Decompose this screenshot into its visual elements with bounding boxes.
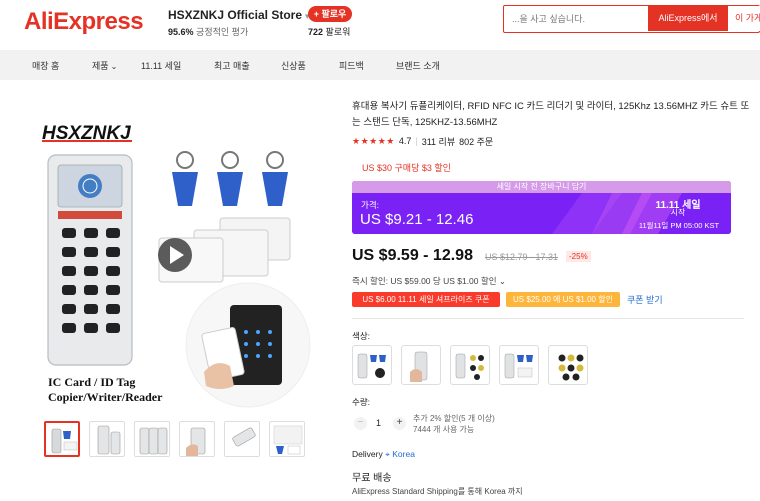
thumbnail-image	[232, 427, 256, 447]
color-swatch-5[interactable]	[548, 345, 588, 385]
aliexpress-logo[interactable]: AliExpress	[24, 8, 144, 36]
thumbnail-6[interactable]	[269, 421, 305, 457]
promo-price-label: 가격:	[361, 200, 380, 210]
swatch-image	[410, 351, 428, 382]
quantity-label: 수량:	[352, 397, 371, 407]
promo-banner: 세일 시작 전 장바구니 담기 가격: US $9.21 - 12.46 11.…	[352, 181, 731, 234]
delivery-row: Delivery ⌖ Korea	[352, 449, 415, 460]
stock-available: 7444 개 사용 가능	[413, 425, 475, 434]
color-swatch-1[interactable]	[352, 345, 392, 385]
delivery-location[interactable]: Korea	[392, 449, 415, 459]
rating-row: ★★★★★ 4.7 | 311 리뷰 802 주문	[352, 135, 493, 147]
thumbnail-5[interactable]	[224, 421, 260, 457]
bulk-discount-note: 추가 2% 할인(5 개 이상)	[413, 414, 495, 423]
quantity-increase-button[interactable]: +	[393, 417, 406, 430]
promo-price: US $9.21 - 12.46	[360, 211, 474, 228]
color-swatch-3[interactable]	[450, 345, 490, 385]
location-pin-icon[interactable]: ⌖	[385, 449, 390, 459]
get-coupon-link[interactable]: 쿠폰 받기	[627, 293, 663, 306]
sale-coupon[interactable]: US $6.00 11.11 세일 셔프라이즈 쿠폰	[352, 292, 500, 307]
nav-item-new-arrivals[interactable]: 신상품	[281, 59, 306, 72]
search-bar: AliExpress에서 이 가게	[503, 5, 760, 33]
nav-item-products-label[interactable]: 제품	[92, 61, 109, 71]
free-shipping: 무료 배송	[352, 473, 392, 484]
product-title: 휴대용 복사기 듀플리케이터, RFID NFC IC 카드 리더기 및 라이터…	[352, 101, 750, 128]
quantity-value[interactable]: 1	[376, 418, 381, 428]
color-swatch-4[interactable]	[499, 345, 539, 385]
original-price: US $12.79 - 17.31	[485, 252, 559, 262]
store-coupon[interactable]: US $30 구매당 $3 할인	[362, 161, 451, 174]
thumbnail-4[interactable]	[179, 421, 215, 457]
thumbnail-3[interactable]	[134, 421, 170, 457]
product-main-image[interactable]: HSXZNKJ IC Card / ID Tag Copier/Writer/R…	[34, 110, 311, 415]
followers-label: 팔로워	[325, 27, 351, 37]
nav-item-store-home[interactable]: 매장 홈	[32, 59, 59, 72]
nav-item-best-sellers[interactable]: 최고 매출	[214, 59, 250, 72]
current-price: US $9.59 - 12.98	[352, 247, 473, 264]
store-nav: 매장 홈 제품 ⌄ 11.11 세일 최고 매출 신상품 피드백 브랜드 소개	[0, 50, 760, 80]
discount-badge: -25%	[566, 251, 591, 262]
promo-date: 11월11일 PM 05:00 KST	[638, 221, 720, 230]
store-name-text[interactable]: HSXZNKJ Official Store	[168, 8, 302, 22]
search-input[interactable]	[512, 9, 642, 29]
thumbnail-2[interactable]	[89, 421, 125, 457]
promo-body: 가격: US $9.21 - 12.46 11.11 세일 시작 11월11일 …	[352, 193, 731, 234]
color-swatch-2[interactable]	[401, 345, 441, 385]
product-photo: HSXZNKJ IC Card / ID Tag Copier/Writer/R…	[42, 123, 311, 408]
swatch-image	[504, 353, 533, 379]
store-rating: 95.6% 긍정적인 평가	[168, 25, 248, 38]
thumbnail-image	[51, 428, 78, 454]
divider	[352, 318, 744, 319]
rating-separator: |	[415, 136, 418, 146]
rating-value: 4.7	[398, 136, 412, 146]
search-store-button[interactable]: 이 가게	[728, 6, 760, 31]
caption-line1: IC Card / ID Tag	[48, 375, 135, 389]
nav-item-feedback[interactable]: 피드백	[339, 59, 364, 72]
chevron-down-icon[interactable]: ⌄	[111, 62, 118, 71]
thumbnail-image	[139, 427, 168, 455]
star-rating-icon: ★★★★★	[352, 135, 395, 146]
keyfob-tags	[172, 151, 288, 206]
thumbnail-image	[97, 425, 121, 455]
orders-count: 802 주문	[459, 136, 494, 147]
delivery-label: Delivery	[352, 449, 383, 459]
instant-discount[interactable]: 즉시 할인: US $59.00 당 US $1.00 할인 ⌄	[352, 275, 506, 287]
followers: 722 팔로워	[308, 25, 350, 38]
thumbnail-image	[273, 425, 303, 455]
store-name[interactable]: HSXZNKJ Official Store▾	[168, 8, 310, 22]
promo-top-text: 세일 시작 전 장바구니 담기	[352, 181, 731, 193]
thumbnail-image	[186, 427, 206, 456]
search-aliexpress-button[interactable]: AliExpress에서	[648, 6, 728, 31]
store-rating-pct: 95.6%	[168, 27, 194, 37]
follow-button[interactable]: + 팔로우	[308, 6, 352, 22]
nav-item-brand[interactable]: 브랜드 소개	[396, 59, 440, 72]
thumbnail-1[interactable]	[44, 421, 80, 457]
store-discount-coupon[interactable]: US $25.00 에 US $1.00 할인	[506, 292, 620, 307]
caption-line2: Copier/Writer/Reader	[48, 390, 163, 404]
nav-item-sale[interactable]: 11.11 세일	[141, 59, 181, 72]
top-header: AliExpress HSXZNKJ Official Store▾ 95.6%…	[0, 0, 760, 50]
swatch-image	[558, 354, 584, 381]
swatch-image	[455, 353, 484, 380]
color-label: 색상:	[352, 331, 371, 341]
store-rating-text: 긍정적인 평가	[196, 27, 249, 37]
reviews-link[interactable]: 311 리뷰	[422, 135, 455, 148]
followers-count: 722	[308, 27, 324, 37]
quantity-decrease-button[interactable]: −	[354, 417, 367, 430]
swatch-image	[357, 353, 386, 379]
nav-item-products[interactable]: 제품 ⌄	[92, 59, 117, 72]
promo-start: 시작	[670, 208, 686, 217]
shipping-description: AliExpress Standard Shipping를 통해 Korea 까…	[352, 487, 523, 496]
